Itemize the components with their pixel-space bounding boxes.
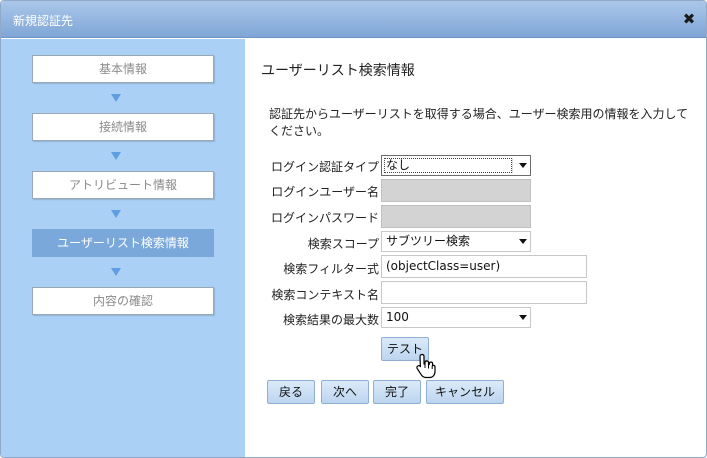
next-button[interactable]: 次へ <box>321 380 369 404</box>
login-password-input[interactable] <box>381 205 531 228</box>
search-context-input[interactable] <box>381 281 587 304</box>
search-context-label: 検索コンテキスト名 <box>271 288 379 302</box>
arrow-down-icon <box>111 268 121 276</box>
login-password-label: ログインパスワード <box>270 211 379 225</box>
search-filter-input[interactable]: (objectClass=user) <box>381 255 587 278</box>
close-icon[interactable]: ✖ <box>681 11 697 27</box>
finish-button[interactable]: 完了 <box>373 380 421 404</box>
hand-pointer-icon <box>416 353 436 379</box>
dialog: 新規認証先 ✖ 基本情報 接続情報 アトリビュート情報 ユーザーリスト検索情報 … <box>0 0 707 458</box>
window-title: 新規認証先 <box>13 14 74 28</box>
page-title: ユーザーリスト検索情報 <box>261 63 415 79</box>
titlebar: 新規認証先 ✖ <box>1 1 706 38</box>
back-button[interactable]: 戻る <box>267 380 315 404</box>
step-attribute-info[interactable]: アトリビュート情報 <box>32 171 214 199</box>
login-user-label: ログインユーザー名 <box>271 185 379 199</box>
main-content: ユーザーリスト検索情報 認証先からユーザーリストを取得する場合、ユーザー検索用の… <box>245 39 706 457</box>
search-scope-label: 検索スコープ <box>307 237 379 251</box>
chevron-down-icon <box>519 163 527 168</box>
login-auth-type-label: ログイン認証タイプ <box>270 160 379 174</box>
step-confirm[interactable]: 内容の確認 <box>32 287 214 315</box>
arrow-down-icon <box>111 94 121 102</box>
login-user-input[interactable] <box>381 179 531 202</box>
chevron-down-icon <box>519 315 527 320</box>
search-scope-value: サブツリー検索 <box>386 234 471 248</box>
login-auth-type-select[interactable]: なし <box>381 155 531 176</box>
focus-ring <box>384 158 512 173</box>
chevron-down-icon <box>519 239 527 244</box>
select-separator <box>512 158 513 173</box>
step-user-list-search-info[interactable]: ユーザーリスト検索情報 <box>32 229 214 257</box>
description-text: 認証先からユーザーリストを取得する場合、ユーザー検索用の情報を入力してください。 <box>269 107 689 138</box>
max-results-value: 100 <box>386 310 409 324</box>
step-connection-info[interactable]: 接続情報 <box>32 113 214 141</box>
search-filter-label: 検索フィルター式 <box>283 262 379 276</box>
wizard-steps-sidebar: 基本情報 接続情報 アトリビュート情報 ユーザーリスト検索情報 内容の確認 <box>1 39 245 457</box>
max-results-select[interactable]: 100 <box>381 307 531 328</box>
cancel-button[interactable]: キャンセル <box>426 380 504 404</box>
max-results-label: 検索結果の最大数 <box>282 313 379 327</box>
arrow-down-icon <box>111 152 121 160</box>
search-scope-select[interactable]: サブツリー検索 <box>381 231 531 252</box>
arrow-down-icon <box>111 210 121 218</box>
step-basic-info[interactable]: 基本情報 <box>32 55 214 83</box>
